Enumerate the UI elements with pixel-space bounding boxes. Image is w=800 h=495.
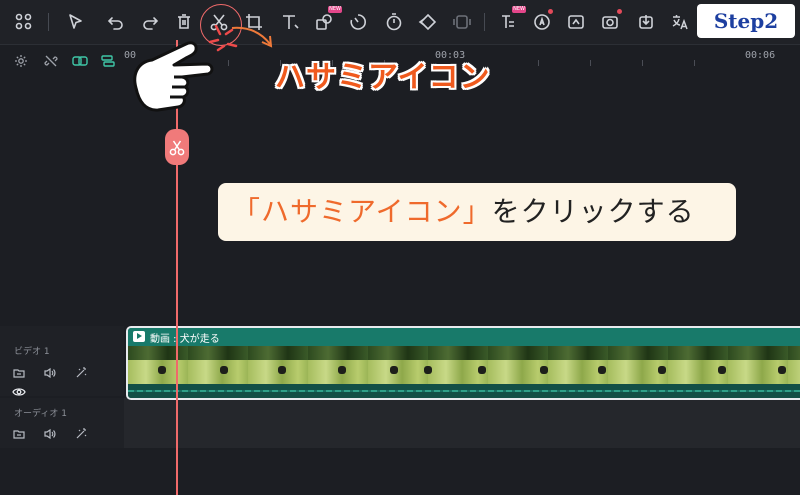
toolbar-divider: [484, 13, 485, 31]
link-icon[interactable]: [72, 53, 88, 67]
video-track-label: ビデオ 1: [14, 347, 50, 357]
audio-track-label: オーディオ 1: [14, 409, 67, 419]
delete-icon[interactable]: [174, 12, 194, 32]
clip-thumbnails: [128, 346, 800, 384]
ruler-label-00-06: 00:06: [745, 50, 776, 61]
folder-icon[interactable]: [12, 427, 26, 441]
shapes-icon[interactable]: [314, 12, 334, 32]
redo-icon[interactable]: [140, 12, 160, 32]
undo-icon[interactable]: [106, 12, 126, 32]
instruction-text: をクリックする: [491, 195, 695, 228]
notification-dot: [617, 9, 622, 14]
ai-camera-icon[interactable]: [600, 12, 620, 32]
select-icon[interactable]: [66, 12, 86, 32]
ruler-tick: [590, 60, 591, 66]
freeze-icon[interactable]: [452, 12, 472, 32]
magic-wand-icon[interactable]: [74, 427, 88, 441]
track-layout-icon[interactable]: [100, 53, 116, 67]
toolbar-divider: [48, 13, 49, 31]
ai-text-icon[interactable]: [498, 12, 518, 32]
translate-icon[interactable]: [670, 12, 690, 32]
instruction-callout: 「ハサミアイコン」をクリックする: [218, 183, 736, 241]
ai-cutout-icon[interactable]: [566, 12, 586, 32]
new-badge: NEW: [512, 6, 526, 13]
ruler-tick: [694, 60, 695, 66]
audio-track-header: オーディオ 1: [0, 398, 124, 448]
instruction-highlight: ハサミアイコン: [261, 195, 463, 228]
ruler-tick: [642, 60, 643, 66]
quote-open: 「: [232, 195, 262, 228]
eye-icon[interactable]: [12, 385, 26, 399]
step-label: Step2: [697, 4, 795, 38]
clip-title: 動画 : 犬が走る: [150, 334, 220, 345]
audio-track-controls: [12, 427, 100, 441]
notification-dot: [548, 9, 553, 14]
ruler-tick: [538, 60, 539, 66]
audio-track-lane[interactable]: [124, 398, 800, 448]
video-track-controls: [12, 366, 124, 396]
video-track-header: ビデオ 1: [0, 326, 124, 396]
grid-icon[interactable]: [14, 12, 34, 32]
ai-voice-icon[interactable]: [532, 12, 552, 32]
speed-icon[interactable]: [348, 12, 368, 32]
timer-icon[interactable]: [384, 12, 404, 32]
quote-close: 」: [462, 195, 492, 228]
folder-icon[interactable]: [12, 366, 26, 380]
ai-export-icon[interactable]: [636, 12, 656, 32]
magic-wand-icon[interactable]: [74, 366, 88, 380]
clip-audio-waveform: [128, 384, 800, 398]
new-badge: NEW: [328, 6, 342, 13]
video-clip-icon: [133, 331, 145, 342]
unlink-icon[interactable]: [44, 53, 58, 67]
keyframe-icon[interactable]: [418, 12, 438, 32]
clip-title-bar: 動画 : 犬が走る: [128, 328, 800, 346]
volume-icon[interactable]: [43, 427, 57, 441]
main-toolbar: NEW NEW Step2: [0, 0, 800, 45]
settings-icon[interactable]: [14, 53, 28, 67]
volume-icon[interactable]: [43, 366, 57, 380]
scissors-callout-label: ハサミアイコン: [275, 60, 491, 95]
scissors-icon: [169, 140, 185, 156]
video-clip[interactable]: 動画 : 犬が走る: [126, 326, 800, 400]
click-burst-icon: [208, 24, 238, 52]
playhead-handle[interactable]: [165, 129, 189, 165]
